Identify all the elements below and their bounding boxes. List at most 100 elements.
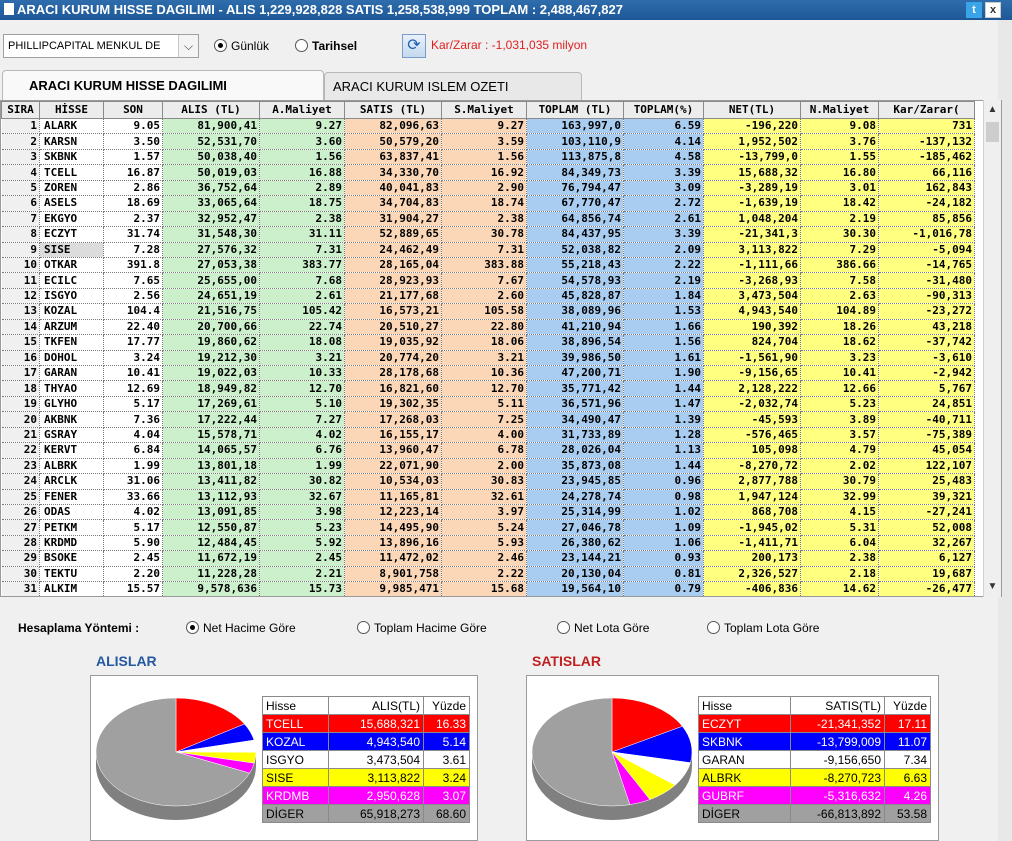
table-row[interactable]: 31 ALKIM 15.57 9,578,636 15.73 9,985,471 15.68… — [1, 581, 975, 596]
radio-historical[interactable]: Tarihsel — [295, 37, 357, 55]
table-row[interactable]: 20 AKBNK 7.36 17,222,44 7.27 17,268,03 7.25 34,… — [1, 411, 975, 428]
cell-n-maliyet: 9.08 — [800, 118, 879, 135]
table-row[interactable]: 1 ALARK 9.05 81,900,41 9.27 82,096,63 9.27 163,… — [1, 118, 975, 135]
radio-net-hacim-dot[interactable] — [186, 621, 199, 634]
alislar-legend-row[interactable]: DİGER 65,918,273 68.60 — [262, 804, 470, 823]
table-row[interactable]: 13 KOZAL 104.4 21,516,75 105.42 16,573,21 105.… — [1, 303, 975, 320]
column-header-sira[interactable]: SIRA — [1, 101, 40, 119]
alislar-legend-row[interactable]: ISGYO 3,473,504 3.61 — [262, 750, 470, 769]
cell-toplam-pct: 1.90 — [623, 365, 704, 382]
app-window: ARACI KURUM HISSE DAGILIMI - ALIS 1,229,… — [0, 0, 1012, 841]
alislar-legend-pct: 3.24 — [423, 768, 470, 787]
column-header-toplam[interactable]: TOPLAM (TL) — [526, 101, 624, 119]
radio-historical-dot[interactable] — [295, 39, 308, 52]
table-row[interactable]: 29 BSOKE 2.45 11,672,19 2.45 11,472,02 2.46 23,… — [1, 550, 975, 567]
table-row[interactable]: 16 DOHOL 3.24 19,212,30 3.21 20,774,20 3.21 39,… — [1, 350, 975, 367]
radio-net-hacim[interactable]: Net Hacime Göre — [186, 619, 296, 637]
table-row[interactable]: 4 TCELL 16.87 50,019,03 16.88 34,330,70 16.92 8… — [1, 164, 975, 181]
radio-daily-dot[interactable] — [214, 39, 227, 52]
table-row[interactable]: 12 ISGYO 2.56 24,651,19 2.61 21,177,68 2.60 45,… — [1, 288, 975, 305]
cell-kar-zarar: -24,182 — [878, 195, 975, 212]
column-header-hisse[interactable]: HİSSE — [39, 101, 104, 119]
table-row[interactable]: 15 TKFEN 17.77 19,860,62 18.08 19,035,92 18.06… — [1, 334, 975, 351]
alislar-legend-row[interactable]: SISE 3,113,822 3.24 — [262, 768, 470, 787]
cell-kar-zarar: -185,462 — [878, 149, 975, 166]
satislar-legend-row[interactable]: GARAN -9,156,650 7.34 — [698, 750, 931, 769]
scroll-up-icon[interactable]: ▲ — [984, 102, 1001, 118]
cell-son: 31.74 — [103, 226, 163, 243]
column-header-son[interactable]: SON — [103, 101, 163, 119]
radio-toplam-lota-dot[interactable] — [707, 621, 720, 634]
table-row[interactable]: 27 PETKM 5.17 12,550,87 5.23 14,495,90 5.24 27,… — [1, 519, 975, 536]
tab-hisse-dagilimi[interactable]: ARACI KURUM HISSE DAGILIMI — [2, 70, 324, 100]
satislar-legend-row[interactable]: SKBNK -13,799,009 11.07 — [698, 732, 931, 751]
alislar-legend-row[interactable]: TCELL 15,688,321 16.33 — [262, 714, 470, 733]
alislar-legend-value: 15,688,321 — [328, 714, 424, 733]
table-body: 1 ALARK 9.05 81,900,41 9.27 82,096,63 9.27 163,… — [1, 118, 975, 596]
chevron-down-icon[interactable]: ⌵ — [178, 35, 198, 57]
cell-n-maliyet: 30.79 — [800, 473, 879, 490]
cell-net: 1,952,502 — [703, 133, 801, 150]
table-row[interactable]: 10 OTKAR 391.8 27,053,38 383.77 28,165,04 383.… — [1, 257, 975, 274]
radio-toplam-hacim-dot[interactable] — [357, 621, 370, 634]
table-row[interactable]: 8 ECZYT 31.74 31,548,30 31.11 52,889,65 30.78 8… — [1, 226, 975, 243]
table-row[interactable]: 22 KERVT 6.84 14,065,57 6.76 13,960,47 6.78 28,… — [1, 442, 975, 459]
alislar-legend-row[interactable]: KOZAL 4,943,540 5.14 — [262, 732, 470, 751]
table-row[interactable]: 7 EKGYO 2.37 32,952,47 2.38 31,904,27 2.38 64,8… — [1, 211, 975, 228]
column-header-n-maliyet[interactable]: N.Maliyet — [800, 101, 879, 119]
cell-s-maliyet: 30.83 — [441, 473, 527, 490]
scroll-down-icon[interactable]: ▼ — [984, 579, 1001, 595]
alislar-legend-header-cell: Yüzde — [423, 696, 470, 715]
table-row[interactable]: 11 ECILC 7.65 25,655,00 7.68 28,923,93 7.67 54,… — [1, 272, 975, 289]
table-row[interactable]: 14 ARZUM 22.40 20,700,66 22.74 20,510,27 22.80… — [1, 319, 975, 336]
refresh-button[interactable]: ⟳ — [402, 34, 426, 58]
radio-net-lota[interactable]: Net Lota Göre — [557, 619, 649, 637]
tab-islem-ozeti[interactable]: ARACI KURUM ISLEM OZETI — [324, 72, 582, 100]
cell-toplam-pct: 0.81 — [623, 566, 704, 583]
column-header-satis[interactable]: SATIS (TL) — [344, 101, 442, 119]
radio-net-lota-dot[interactable] — [557, 621, 570, 634]
table-row[interactable]: 9 SISE 7.28 27,576,32 7.31 24,462,49 7.31 52,03… — [1, 242, 975, 258]
column-header-a-maliyet[interactable]: A.Maliyet — [259, 101, 345, 119]
table-row[interactable]: 24 ARCLK 31.06 13,411,82 30.82 10,534,03 30.83… — [1, 473, 975, 490]
table-row[interactable]: 28 KRDMD 5.90 12,484,45 5.92 13,896,16 5.93 26,… — [1, 535, 975, 552]
satislar-legend-row[interactable]: GUBRF -5,316,632 4.26 — [698, 786, 931, 805]
twitter-icon[interactable]: t — [966, 2, 982, 18]
table-row[interactable]: 26 ODAS 4.02 13,091,85 3.98 12,223,14 3.97 25,3… — [1, 504, 975, 521]
radio-toplam-lota[interactable]: Toplam Lota Göre — [707, 619, 819, 637]
table-row[interactable]: 19 GLYHO 5.17 17,269,61 5.10 19,302,35 5.11 36,… — [1, 396, 975, 413]
cell-son: 2.56 — [103, 288, 163, 305]
column-header-kar-zarar[interactable]: Kar/Zarar( — [878, 101, 975, 119]
grid-scrollbar[interactable]: ▲ ▼ — [983, 100, 1001, 597]
broker-dropdown[interactable]: PHILLIPCAPITAL MENKUL DE ⌵ — [3, 34, 199, 58]
satislar-legend-row[interactable]: ECZYT -21,341,352 17.11 — [698, 714, 931, 733]
cell-son: 12.69 — [103, 380, 163, 397]
table-row[interactable]: 17 GARAN 10.41 19,022,03 10.33 28,178,68 10.36… — [1, 365, 975, 382]
table-row[interactable]: 25 FENER 33.66 13,112,93 32.67 11,165,81 32.61… — [1, 489, 975, 505]
alislar-legend-row[interactable]: KRDMB 2,950,628 3.07 — [262, 786, 470, 805]
radio-daily[interactable]: Günlük — [214, 37, 269, 55]
close-button[interactable]: x — [985, 2, 1001, 18]
cell-net: -406,836 — [703, 581, 801, 596]
scroll-thumb[interactable] — [986, 122, 999, 142]
cell-sira: 9 — [1, 242, 40, 258]
cell-sira: 2 — [1, 133, 40, 150]
column-header-net[interactable]: NET(TL) — [703, 101, 801, 119]
table-row[interactable]: 23 ALBRK 1.99 13,801,18 1.99 22,071,90 2.00 35,… — [1, 458, 975, 475]
table-row[interactable]: 5 ZOREN 2.86 36,752,64 2.89 40,041,83 2.90 76,7… — [1, 180, 975, 197]
table-row[interactable]: 30 TEKTU 2.20 11,228,28 2.21 8,901,758 2.22 20,… — [1, 566, 975, 583]
cell-toplam-pct: 4.14 — [623, 133, 704, 150]
cell-s-maliyet: 3.97 — [441, 504, 527, 521]
radio-toplam-hacim[interactable]: Toplam Hacime Göre — [357, 619, 487, 637]
satislar-legend-row[interactable]: DİGER -66,813,892 53.58 — [698, 804, 931, 823]
table-row[interactable]: 21 GSRAY 4.04 15,578,71 4.02 16,155,17 4.00 31,… — [1, 427, 975, 444]
column-header-alis[interactable]: ALIS (TL) — [162, 101, 260, 119]
satislar-legend-row[interactable]: ALBRK -8,270,723 6.63 — [698, 768, 931, 787]
column-header-s-maliyet[interactable]: S.Maliyet — [441, 101, 527, 119]
table-row[interactable]: 2 KARSN 3.50 52,531,70 3.60 50,579,20 3.59 103,… — [1, 133, 975, 150]
cell-a-maliyet: 1.99 — [259, 458, 345, 475]
table-row[interactable]: 3 SKBNK 1.57 50,038,40 1.56 63,837,41 1.56 113,… — [1, 149, 975, 166]
table-row[interactable]: 6 ASELS 18.69 33,065,64 18.75 34,704,83 18.74 6… — [1, 195, 975, 212]
table-row[interactable]: 18 THYAO 12.69 18,949,82 12.70 16,821,60 12.70… — [1, 380, 975, 397]
column-header-toplam-pct[interactable]: TOPLAM(%) — [623, 101, 704, 119]
